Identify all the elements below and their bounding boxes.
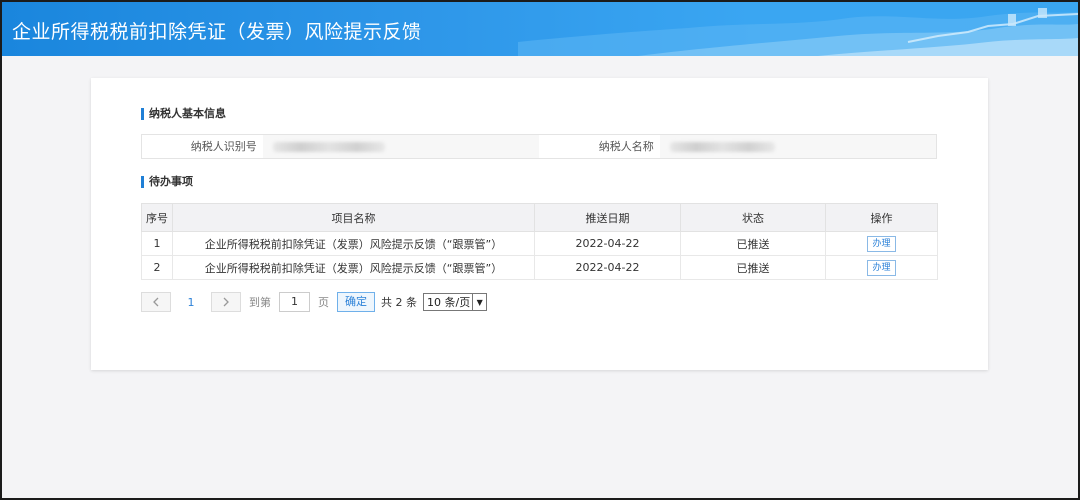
row-no: 1 — [141, 231, 173, 256]
page-number-current[interactable]: 1 — [171, 296, 211, 309]
page-size-value: 10 条/页 — [427, 296, 471, 309]
col-header-name: 项目名称 — [172, 203, 535, 232]
taxpayer-section-title: 纳税人基本信息 — [141, 108, 226, 120]
col-header-action: 操作 — [825, 203, 938, 232]
row-no: 2 — [141, 255, 173, 280]
row-date: 2022-04-22 — [534, 255, 681, 280]
table-row: 1 企业所得税税前扣除凭证（发票）风险提示反馈（“跟票管”） 2022-04-2… — [141, 231, 938, 256]
page-title: 企业所得税税前扣除凭证（发票）风险提示反馈 — [12, 21, 422, 43]
goto-page-input[interactable]: 1 — [279, 292, 310, 312]
page-size-select[interactable]: 10 条/页 ▼ — [423, 293, 488, 311]
col-header-date: 推送日期 — [534, 203, 681, 232]
redacted-name — [669, 142, 775, 152]
row-status: 已推送 — [680, 231, 826, 256]
chevron-down-icon: ▼ — [472, 294, 486, 310]
prev-page-button[interactable] — [141, 292, 171, 312]
pagination: 1 到第 1 页 确定 共 2 条 10 条/页 ▼ — [141, 291, 488, 313]
row-date: 2022-04-22 — [534, 231, 681, 256]
todo-table: 序号 项目名称 推送日期 状态 操作 1 企业所得税税前扣除凭证（发票）风险提示… — [141, 203, 938, 280]
todo-section-title: 待办事项 — [141, 176, 193, 188]
chevron-left-icon — [153, 297, 159, 307]
great-wall-banner-icon — [518, 8, 1078, 56]
col-header-no: 序号 — [141, 203, 173, 232]
taxpayer-name-value — [659, 135, 936, 158]
handle-button[interactable]: 办理 — [867, 259, 896, 276]
total-count: 共 2 条 — [381, 296, 417, 309]
page-header: 企业所得税税前扣除凭证（发票）风险提示反馈 — [2, 2, 1078, 56]
goto-prefix-label: 到第 — [249, 296, 271, 309]
row-name: 企业所得税税前扣除凭证（发票）风险提示反馈（“跟票管”） — [172, 231, 535, 256]
goto-confirm-button[interactable]: 确定 — [337, 292, 375, 312]
redacted-id — [272, 142, 385, 152]
main-card: 纳税人基本信息 纳税人识别号 纳税人名称 待办事项 序号 项目名称 推送日期 状… — [91, 78, 988, 370]
taxpayer-id-label: 纳税人识别号 — [190, 140, 257, 153]
handle-button[interactable]: 办理 — [867, 235, 896, 252]
goto-suffix-label: 页 — [318, 296, 329, 309]
row-action-cell: 办理 — [825, 255, 938, 280]
row-action-cell: 办理 — [825, 231, 938, 256]
taxpayer-info-row: 纳税人识别号 纳税人名称 — [141, 134, 937, 159]
table-header-row: 序号 项目名称 推送日期 状态 操作 — [141, 203, 938, 232]
chevron-right-icon — [223, 297, 229, 307]
taxpayer-id-value — [262, 135, 539, 158]
row-name: 企业所得税税前扣除凭证（发票）风险提示反馈（“跟票管”） — [172, 255, 535, 280]
col-header-status: 状态 — [680, 203, 826, 232]
next-page-button[interactable] — [211, 292, 241, 312]
taxpayer-name-label: 纳税人名称 — [598, 140, 654, 153]
table-row: 2 企业所得税税前扣除凭证（发票）风险提示反馈（“跟票管”） 2022-04-2… — [141, 255, 938, 280]
row-status: 已推送 — [680, 255, 826, 280]
